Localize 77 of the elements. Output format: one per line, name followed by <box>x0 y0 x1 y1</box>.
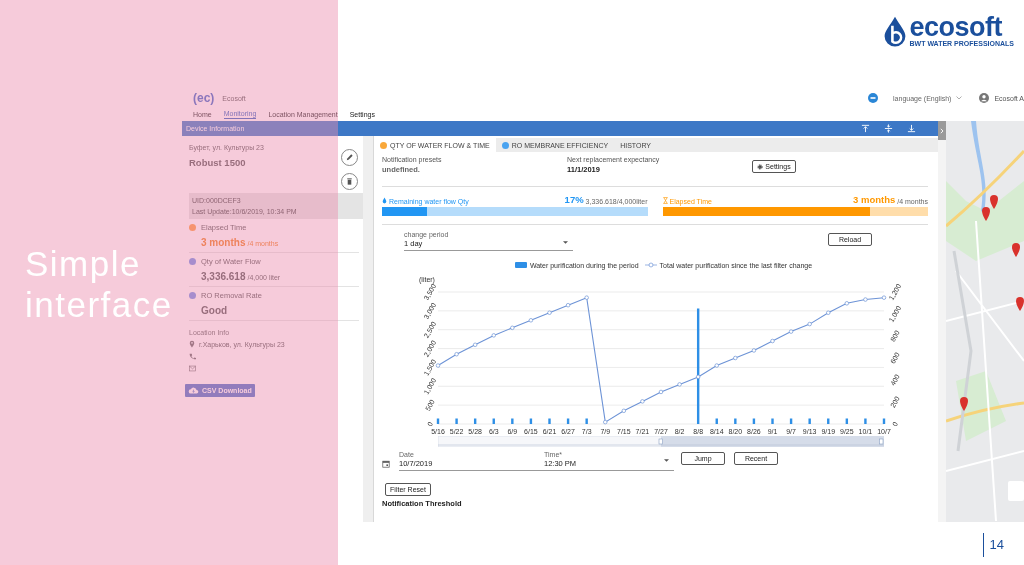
collapse-tab[interactable] <box>938 121 946 140</box>
page-number: 14 <box>982 533 1004 557</box>
stat-value: 3,336.618 <box>201 271 246 282</box>
line-point <box>584 295 589 300</box>
line-point <box>826 310 831 315</box>
line-point <box>881 295 887 300</box>
line-point <box>751 348 757 353</box>
minus-icon[interactable] <box>868 93 879 103</box>
line-point <box>565 303 571 308</box>
meter-value: 17% <box>564 194 584 205</box>
line-point <box>491 333 496 338</box>
bar <box>827 418 830 424</box>
bar <box>771 418 774 424</box>
line-point <box>510 325 515 330</box>
line-point <box>473 342 478 347</box>
bar <box>455 418 458 424</box>
align-bottom-icon[interactable] <box>907 124 916 133</box>
edit-button[interactable] <box>341 149 358 166</box>
bar <box>789 418 793 424</box>
cloud-download-icon <box>188 387 199 394</box>
bar <box>734 418 737 424</box>
bar <box>585 418 588 424</box>
caret-icon <box>563 241 568 244</box>
bar <box>752 418 756 424</box>
legend-line-marker-icon <box>644 262 657 268</box>
meter-value: 3 months <box>853 194 896 205</box>
line-point <box>714 363 719 368</box>
bar <box>436 418 440 424</box>
line-point <box>435 363 441 368</box>
caret-icon <box>956 96 963 100</box>
gear-icon <box>757 163 764 170</box>
bar <box>492 418 495 424</box>
bar <box>511 418 514 424</box>
bar <box>548 418 551 424</box>
pencil-icon <box>345 153 354 162</box>
bar <box>882 418 886 424</box>
line-point <box>770 338 775 344</box>
line-point <box>640 399 645 404</box>
line-point <box>788 329 794 334</box>
align-top-icon[interactable] <box>861 124 870 133</box>
stat-value: 3 months <box>201 237 246 248</box>
map-pin-icon <box>189 340 195 348</box>
phone-icon <box>189 353 196 360</box>
line-point <box>677 382 682 387</box>
user-icon[interactable] <box>979 93 990 103</box>
hourglass-icon <box>662 197 668 204</box>
line-point <box>658 389 664 395</box>
line-point <box>696 374 701 379</box>
bar <box>864 418 867 424</box>
line-point <box>863 297 868 302</box>
line-point <box>844 301 849 306</box>
line-point <box>807 321 812 327</box>
bar <box>566 418 570 424</box>
align-middle-icon[interactable] <box>884 124 893 133</box>
line-point <box>454 352 459 357</box>
bar <box>808 418 811 424</box>
line-point <box>547 310 552 315</box>
bar <box>529 418 533 424</box>
mail-icon <box>189 365 196 372</box>
calendar-icon[interactable] <box>382 460 390 468</box>
bar <box>715 418 718 424</box>
stat-value: Good <box>201 305 228 316</box>
trash-icon <box>345 177 354 186</box>
line-point <box>621 408 626 413</box>
app-logo: (ec) <box>193 91 215 105</box>
line-point <box>528 318 534 323</box>
water-drop-icon <box>382 197 387 204</box>
logo-wordmark: ecosoft <box>909 14 1003 40</box>
bar <box>845 418 849 424</box>
bar <box>473 418 477 424</box>
line-point <box>603 419 608 425</box>
device-model: Robust 1500 <box>189 157 246 170</box>
chevron-right-icon <box>940 127 944 134</box>
legend-bar-swatch-icon <box>514 262 527 268</box>
line-point <box>733 355 738 361</box>
caret-icon <box>664 459 669 462</box>
delete-button[interactable] <box>341 173 358 190</box>
